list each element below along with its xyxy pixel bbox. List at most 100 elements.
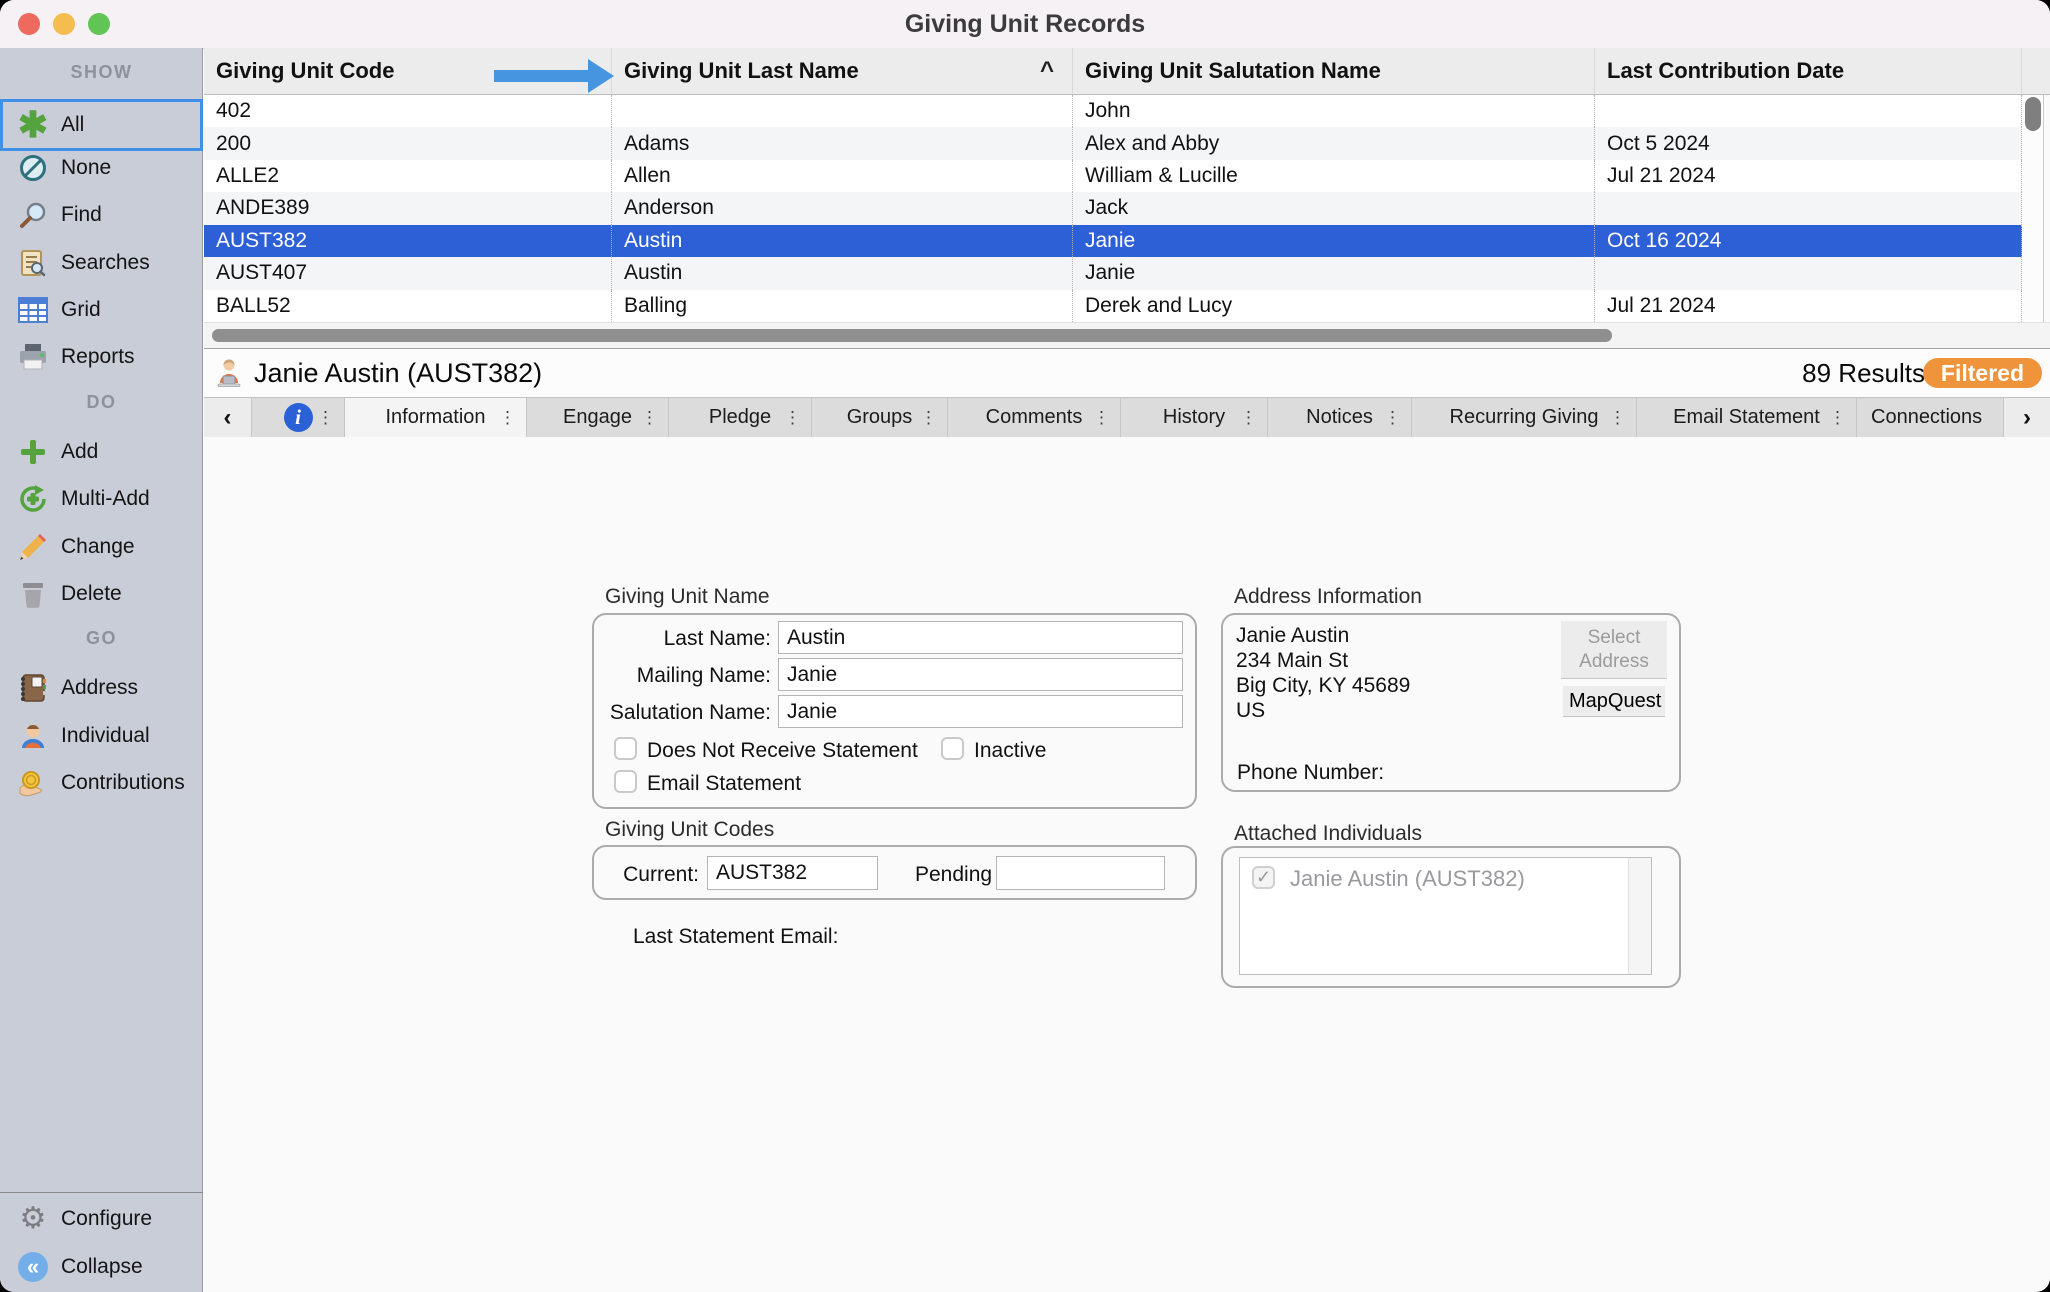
sidebar-item-change[interactable]: Change <box>3 524 200 570</box>
collapse-icon: « <box>16 1250 50 1284</box>
tab-pledge[interactable]: Pledge⋮ <box>669 398 812 437</box>
attached-individuals-section-label: Attached Individuals <box>1234 822 1422 846</box>
filtered-badge: Filtered <box>1923 358 2042 388</box>
sidebar-item-add[interactable]: Add <box>3 429 200 475</box>
tab-scroll-left-button[interactable]: ‹ <box>204 398 252 437</box>
column-header-last-contribution-date[interactable]: Last Contribution Date <box>1595 48 2022 94</box>
asterisk-icon: ✱ <box>16 108 50 142</box>
table-header-gutter <box>2022 48 2050 94</box>
mapquest-button[interactable]: MapQuest <box>1563 686 1665 717</box>
current-code-input[interactable] <box>707 856 878 890</box>
tab-email-statement[interactable]: Email Statement⋮ <box>1637 398 1857 437</box>
table-row[interactable]: AUST407 Austin Janie <box>204 257 2022 289</box>
table-row[interactable]: 402 John <box>204 95 2022 127</box>
tab-options-icon[interactable]: ⋮ <box>317 408 334 428</box>
giving-unit-codes-section-label: Giving Unit Codes <box>605 818 774 842</box>
none-icon <box>16 151 50 185</box>
last-statement-email-label: Last Statement Email: <box>633 925 838 949</box>
sidebar-item-collapse[interactable]: « Collapse <box>3 1244 200 1290</box>
tab-record-info[interactable]: i ⋮ <box>252 398 345 437</box>
tab-options-icon[interactable]: ⋮ <box>920 408 937 428</box>
information-tab-content: Giving Unit Name Last Name: Mailing Name… <box>204 437 2050 1292</box>
tab-options-icon[interactable]: ⋮ <box>1240 408 1257 428</box>
tab-options-icon[interactable]: ⋮ <box>1093 408 1110 428</box>
sidebar-item-contributions[interactable]: Contributions <box>3 760 200 806</box>
address-block: Janie Austin 234 Main St Big City, KY 45… <box>1236 623 1410 723</box>
tab-recurring-giving[interactable]: Recurring Giving⋮ <box>1412 398 1637 437</box>
table-row-selected[interactable]: AUST382 Austin Janie Oct 16 2024 <box>204 225 2022 257</box>
tab-options-icon[interactable]: ⋮ <box>784 408 801 428</box>
table-header: Giving Unit Code Giving Unit Last Name^ … <box>204 48 2050 95</box>
pending-code-input[interactable] <box>996 856 1165 890</box>
sidebar-item-none[interactable]: None <box>3 145 200 191</box>
sidebar-section-do: DO <box>0 392 203 413</box>
sidebar-section-show: SHOW <box>0 62 203 83</box>
trash-icon <box>16 577 50 611</box>
search-icon <box>16 198 50 232</box>
table-row[interactable]: ANDE389 Anderson Jack <box>204 192 2022 224</box>
mailing-name-input[interactable] <box>778 658 1183 691</box>
column-header-giving-unit-salutation-name[interactable]: Giving Unit Salutation Name <box>1073 48 1595 94</box>
sidebar-item-reports[interactable]: Reports <box>3 334 200 380</box>
gear-icon: ⚙ <box>16 1202 50 1236</box>
tab-engage[interactable]: Engage⋮ <box>527 398 669 437</box>
tab-information[interactable]: Information⋮ <box>345 398 527 437</box>
tab-groups[interactable]: Groups⋮ <box>812 398 948 437</box>
results-count: 89 Results <box>1802 349 1925 397</box>
sidebar-item-configure[interactable]: ⚙ Configure <box>3 1196 200 1242</box>
window-title: Giving Unit Records <box>0 0 2050 48</box>
tab-scroll-right-button[interactable]: › <box>2004 398 2050 437</box>
pencil-icon <box>16 530 50 564</box>
column-header-giving-unit-code[interactable]: Giving Unit Code <box>204 48 612 94</box>
sidebar-item-address[interactable]: Address <box>3 665 200 711</box>
tab-notices[interactable]: Notices⋮ <box>1268 398 1412 437</box>
last-name-label: Last Name: <box>571 627 771 651</box>
column-header-giving-unit-last-name[interactable]: Giving Unit Last Name^ <box>612 48 1073 94</box>
sidebar-item-all[interactable]: ✱ All <box>3 102 200 148</box>
table-row[interactable]: BALL52 Balling Derek and Lucy Jul 21 202… <box>204 290 2022 322</box>
tab-options-icon[interactable]: ⋮ <box>1384 408 1401 428</box>
mailing-name-label: Mailing Name: <box>571 664 771 688</box>
vertical-scrollbar-thumb[interactable] <box>2025 97 2041 131</box>
sidebar-footer-divider <box>0 1192 203 1193</box>
sidebar-item-multi-add[interactable]: Multi-Add <box>3 476 200 522</box>
sort-ascending-indicator: ^ <box>1040 48 1054 93</box>
sidebar-item-delete[interactable]: Delete <box>3 571 200 617</box>
does-not-receive-statement-label: Does Not Receive Statement <box>647 739 918 763</box>
tab-options-icon[interactable]: ⋮ <box>1609 408 1626 428</box>
sidebar-item-grid[interactable]: Grid <box>3 287 200 333</box>
inactive-checkbox[interactable] <box>941 737 964 760</box>
address-book-icon <box>16 671 50 705</box>
last-name-input[interactable] <box>778 621 1183 654</box>
grid-icon <box>16 293 50 327</box>
phone-number-label: Phone Number: <box>1237 761 1384 785</box>
select-address-button[interactable]: Select Address <box>1561 621 1667 679</box>
salutation-name-input[interactable] <box>778 695 1183 728</box>
email-statement-checkbox[interactable] <box>614 770 637 793</box>
inactive-label: Inactive <box>974 739 1046 763</box>
sidebar-section-go: GO <box>0 628 203 649</box>
tab-options-icon[interactable]: ⋮ <box>641 408 658 428</box>
tab-options-icon[interactable]: ⋮ <box>499 408 516 428</box>
app-window: Giving Unit Records SHOW ✱ All None Find… <box>0 0 2050 1292</box>
tab-history[interactable]: History⋮ <box>1121 398 1268 437</box>
tab-connections[interactable]: Connections <box>1857 398 2004 437</box>
table-row[interactable]: 200 Adams Alex and Abby Oct 5 2024 <box>204 127 2022 159</box>
tab-comments[interactable]: Comments⋮ <box>948 398 1121 437</box>
tab-options-icon[interactable]: ⋮ <box>1829 408 1846 428</box>
table-row[interactable]: ALLE2 Allen William & Lucille Jul 21 202… <box>204 160 2022 192</box>
record-header-bar: Janie Austin (AUST382) 89 Results Filter… <box>204 348 2050 397</box>
horizontal-scrollbar-thumb[interactable] <box>212 329 1612 342</box>
sidebar-item-find[interactable]: Find <box>3 192 200 238</box>
sidebar: SHOW ✱ All None Find Searches <box>0 48 203 1292</box>
giving-unit-table: 402 John 200 Adams Alex and Abby Oct 5 2… <box>204 95 2022 322</box>
salutation-name-label: Salutation Name: <box>571 701 771 725</box>
attached-individual-label: Janie Austin (AUST382) <box>1290 866 1525 892</box>
sidebar-item-individual[interactable]: Individual <box>3 713 200 759</box>
hand-coin-icon <box>16 766 50 800</box>
attached-individual-checkbox[interactable]: ✓ <box>1252 866 1275 889</box>
record-tab-bar: ‹ i ⋮ Information⋮ Engage⋮ Pledge⋮ Group… <box>204 397 2050 437</box>
sidebar-item-searches[interactable]: Searches <box>3 240 200 286</box>
does-not-receive-statement-checkbox[interactable] <box>614 737 637 760</box>
horizontal-scrollbar <box>204 322 2050 348</box>
